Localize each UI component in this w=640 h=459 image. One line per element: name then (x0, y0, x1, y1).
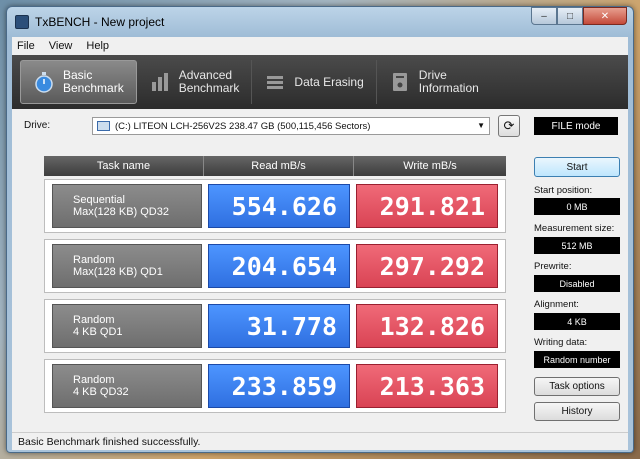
maximize-button[interactable]: □ (557, 7, 583, 25)
write-value: 291.821 (356, 184, 498, 228)
task-line2: 4 KB QD1 (73, 326, 123, 338)
measurement-size-label: Measurement size: (534, 223, 615, 234)
tab-basic-benchmark[interactable]: Basic Benchmark (20, 60, 137, 104)
write-value: 297.292 (356, 244, 498, 288)
header-task-name: Task name (44, 156, 204, 176)
menu-file[interactable]: File (17, 40, 35, 52)
prewrite-value[interactable]: Disabled (534, 275, 620, 292)
results-header: Task name Read mB/s Write mB/s (44, 156, 506, 176)
tab-basic-line2: Benchmark (63, 81, 124, 95)
result-row: Random 4 KB QD32 233.859 213.363 (44, 359, 506, 413)
status-bar: Basic Benchmark finished successfully. (12, 432, 628, 450)
drive-selected-value: (C:) LITEON LCH-256V2S 238.47 GB (500,11… (115, 120, 371, 132)
task-line1: Random (73, 374, 115, 386)
drive-select[interactable]: (C:) LITEON LCH-256V2S 238.47 GB (500,11… (92, 117, 490, 135)
history-button[interactable]: History (534, 402, 620, 421)
task-line1: Sequential (73, 194, 125, 206)
writing-data-value[interactable]: Random number (534, 351, 620, 368)
eraser-icon (264, 71, 286, 93)
task-options-button[interactable]: Task options (534, 377, 620, 396)
read-value: 31.778 (208, 304, 350, 348)
start-button[interactable]: Start (534, 157, 620, 177)
tab-advanced-line2: Benchmark (178, 81, 240, 95)
write-value: 132.826 (356, 304, 498, 348)
task-line2: 4 KB QD32 (73, 386, 129, 398)
tab-drive-information[interactable]: Drive Information (377, 60, 492, 104)
tab-data-erasing[interactable]: Data Erasing (252, 60, 377, 104)
menu-view[interactable]: View (49, 40, 73, 52)
header-write: Write mB/s (403, 160, 457, 172)
chevron-down-icon: ▼ (477, 121, 485, 130)
task-line2: Max(128 KB) QD32 (73, 206, 169, 218)
main-toolbar: Basic Benchmark Advanced Benchmark Data Er… (12, 55, 628, 109)
read-value: 204.654 (208, 244, 350, 288)
menu-bar: File View Help (12, 37, 628, 55)
read-value: 554.626 (208, 184, 350, 228)
refresh-button[interactable]: ⟳ (498, 115, 520, 137)
prewrite-label: Prewrite: (534, 261, 572, 272)
task-button[interactable]: Random 4 KB QD32 (52, 364, 202, 408)
task-line2: Max(128 KB) QD1 (73, 266, 163, 278)
menu-help[interactable]: Help (86, 40, 109, 52)
result-row: Sequential Max(128 KB) QD32 554.626 291.… (44, 179, 506, 233)
tab-erasing-label: Data Erasing (294, 74, 364, 89)
title-bar: TxBENCH - New project – □ ✕ (7, 7, 633, 37)
start-position-label: Start position: (534, 185, 593, 196)
app-icon (15, 15, 29, 29)
status-text: Basic Benchmark finished successfully. (18, 435, 201, 448)
tab-drive-line1: Drive (418, 68, 447, 82)
stopwatch-icon (33, 71, 55, 93)
bar-chart-icon (149, 71, 171, 93)
app-window: TxBENCH - New project – □ ✕ File View He… (6, 6, 634, 453)
task-line1: Random (73, 314, 115, 326)
read-value: 233.859 (208, 364, 350, 408)
alignment-value[interactable]: 4 KB (534, 313, 620, 330)
result-row: Random 4 KB QD1 31.778 132.826 (44, 299, 506, 353)
drive-info-icon (389, 71, 411, 93)
window-title: TxBENCH - New project (35, 15, 165, 29)
alignment-label: Alignment: (534, 299, 579, 310)
tab-advanced-benchmark[interactable]: Advanced Benchmark (137, 60, 253, 104)
disk-icon (97, 121, 110, 131)
task-button[interactable]: Sequential Max(128 KB) QD32 (52, 184, 202, 228)
result-row: Random Max(128 KB) QD1 204.654 297.292 (44, 239, 506, 293)
task-line1: Random (73, 254, 115, 266)
tab-drive-line2: Information (418, 81, 479, 95)
write-value: 213.363 (356, 364, 498, 408)
tab-advanced-line1: Advanced (178, 68, 233, 82)
main-content: Drive: (C:) LITEON LCH-256V2S 238.47 GB … (12, 109, 628, 432)
task-button[interactable]: Random 4 KB QD1 (52, 304, 202, 348)
writing-data-label: Writing data: (534, 337, 588, 348)
refresh-icon: ⟳ (503, 118, 515, 133)
measurement-size-value[interactable]: 512 MB (534, 237, 620, 254)
close-button[interactable]: ✕ (583, 7, 627, 25)
task-button[interactable]: Random Max(128 KB) QD1 (52, 244, 202, 288)
minimize-button[interactable]: – (531, 7, 557, 25)
tab-basic-line1: Basic (63, 68, 93, 82)
drive-label: Drive: (24, 120, 51, 131)
window-controls: – □ ✕ (531, 7, 627, 25)
start-position-value[interactable]: 0 MB (534, 198, 620, 215)
header-read: Read mB/s (204, 156, 354, 176)
mode-indicator: FILE mode (534, 117, 618, 135)
